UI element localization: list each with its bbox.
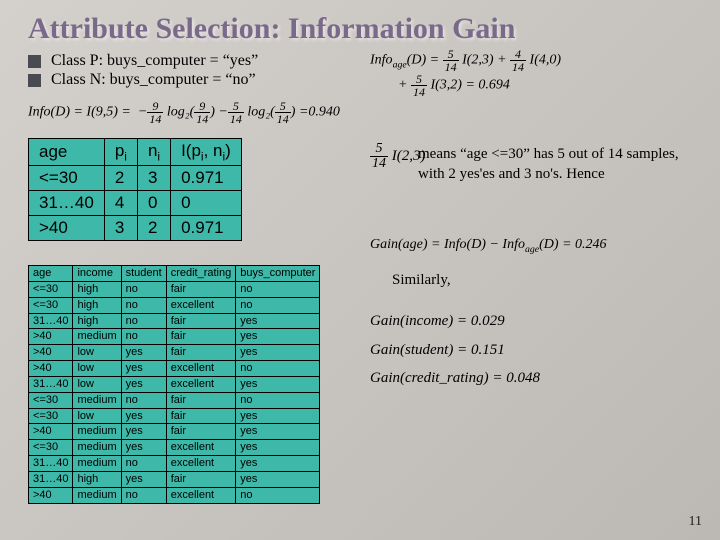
table-header: age	[29, 139, 105, 166]
table-row: 31…40lowyesexcellentyes	[29, 376, 320, 392]
fraction-den: 14	[228, 113, 244, 125]
table-header: ni	[137, 139, 170, 166]
table-row: >40mediumnoexcellentno	[29, 487, 320, 503]
age-summary-table: age pi ni I(pi, ni) <=30230.971 31…40400…	[28, 138, 242, 241]
table-row: >40lowyesexcellentno	[29, 361, 320, 377]
formula-text: Info(D) = I(9,5) =	[28, 105, 131, 120]
table-row: >40mediumyesfairyes	[29, 424, 320, 440]
content-area: Class P: buys_computer = “yes” Class N: …	[0, 52, 720, 60]
table-row: <=30highnofairno	[29, 281, 320, 297]
training-data-table: ageincomestudentcredit_ratingbuys_comput…	[28, 265, 320, 504]
bullet-item: Class N: buys_computer = “no”	[28, 71, 368, 89]
table-header-row: ageincomestudentcredit_ratingbuys_comput…	[29, 266, 320, 282]
table-row: 31…40highyesfairyes	[29, 471, 320, 487]
table-header: I(pi, ni)	[171, 139, 242, 166]
similarly-text: Similarly,	[392, 272, 451, 289]
bullet-item: Class P: buys_computer = “yes”	[28, 52, 368, 70]
table-row: <=30mediumnofairno	[29, 392, 320, 408]
table-row: <=30highnoexcellentno	[29, 297, 320, 313]
explanation-text: means “age <=30” has 5 out of 14 samples…	[418, 144, 700, 185]
other-gains-list: Gain(income) = 0.029 Gain(student) = 0.1…	[370, 307, 540, 393]
gain-age-formula: Gain(age) = Info(D) − Infoage(D) = 0.246	[370, 237, 607, 255]
formula-text: log₂(	[247, 105, 274, 120]
table-row: >40320.971	[29, 216, 242, 241]
table-row: >40lowyesfairyes	[29, 345, 320, 361]
info-age-formula: Infoage(D) = 514 I(2,3) + 414 I(4,0) + 5…	[370, 48, 561, 98]
slide-title: Attribute Selection: Information Gain	[0, 0, 720, 52]
page-number: 11	[689, 514, 702, 530]
info-d-formula: Info(D) = I(9,5) = −914 log₂(914) −514 l…	[28, 100, 340, 125]
bullet-icon	[28, 55, 41, 68]
table-header: pi	[104, 139, 137, 166]
formula-text: log₂(	[167, 105, 194, 120]
bullet-icon	[28, 74, 41, 87]
table-row: 31…40400	[29, 191, 242, 216]
bullet-text: Class P: buys_computer = “yes”	[51, 52, 258, 70]
fraction-den: 14	[194, 113, 210, 125]
fraction-den: 14	[275, 113, 291, 125]
formula-text: =0.940	[299, 105, 340, 120]
table-row: 31…40highnofairyes	[29, 313, 320, 329]
gain-line: Gain(income) = 0.029	[370, 307, 540, 336]
table-row: >40mediumnofairyes	[29, 329, 320, 345]
gain-line: Gain(credit_rating) = 0.048	[370, 364, 540, 393]
table-row: <=30230.971	[29, 166, 242, 191]
gain-line: Gain(student) = 0.151	[370, 336, 540, 365]
fraction-den: 14	[147, 113, 163, 125]
left-column: Class P: buys_computer = “yes” Class N: …	[28, 52, 368, 90]
bullet-text: Class N: buys_computer = “no”	[51, 71, 256, 89]
table-row: 31…40mediumnoexcellentyes	[29, 456, 320, 472]
table-row: <=30lowyesfairyes	[29, 408, 320, 424]
table-row: <=30mediumyesexcellentyes	[29, 440, 320, 456]
